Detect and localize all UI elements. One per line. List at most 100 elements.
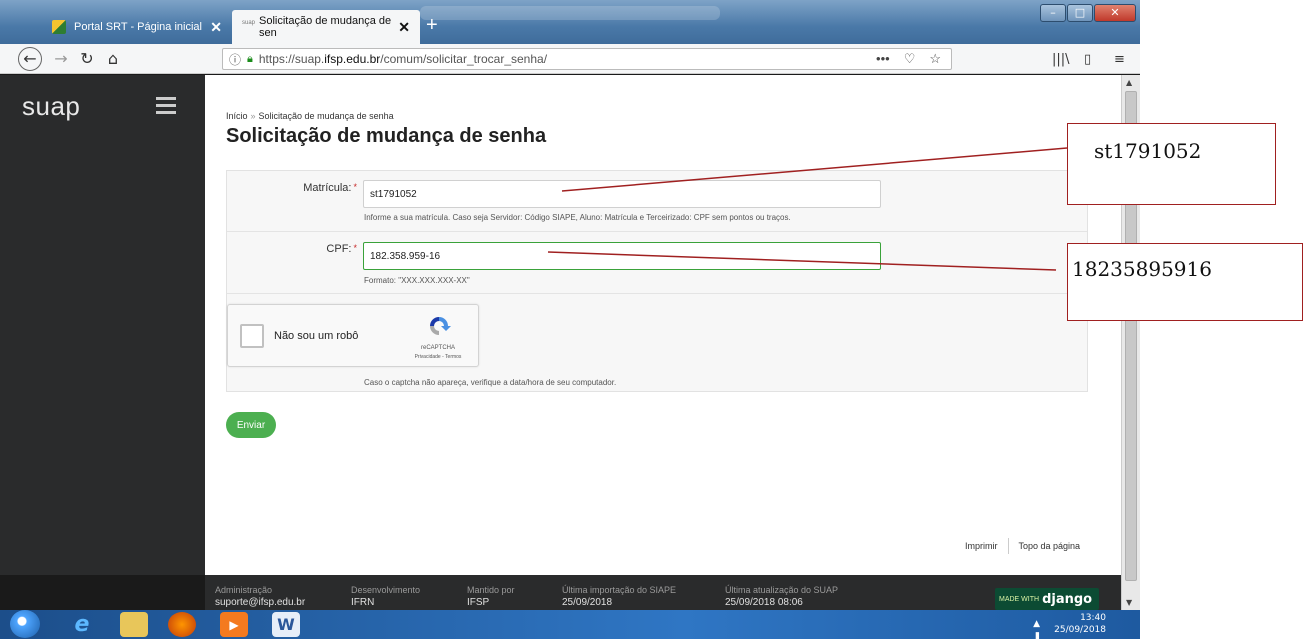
made-with-text: MADE WITH: [999, 595, 1040, 603]
close-window-icon[interactable]: ✕: [1094, 4, 1136, 22]
word-icon[interactable]: W: [272, 612, 300, 637]
recaptcha-logo-icon: [430, 317, 451, 335]
footer-title: Última importação do SIAPE: [562, 585, 677, 595]
library-icon[interactable]: |||\: [1052, 52, 1070, 67]
required-marker: *: [353, 243, 357, 253]
breadcrumb-separator: »: [250, 111, 256, 121]
recaptcha-links[interactable]: Privacidade - Termos: [400, 354, 476, 360]
footer-title: Desenvolvimento: [351, 585, 421, 595]
window-controls: – □ ✕: [1040, 4, 1136, 22]
matricula-label-text: Matrícula:: [303, 182, 352, 194]
main-content: Início» Solicitação de mudança de senha S…: [205, 75, 1121, 575]
footer-value: 25/09/2018 08:06: [725, 597, 803, 608]
matricula-help-text: Informe a sua matrícula. Caso seja Servi…: [364, 213, 791, 222]
footer-suap-update: Última atualização do SUAP 25/09/2018 08…: [725, 585, 838, 608]
file-explorer-icon[interactable]: [120, 612, 148, 637]
url-host: ifsp.edu.br: [324, 52, 381, 66]
tab-label: Solicitação de mudança de sen: [259, 15, 392, 39]
footer-maintained: Mantido por IFSP: [467, 585, 515, 608]
media-player-icon[interactable]: ▶: [220, 612, 248, 637]
new-tab-icon[interactable]: +: [426, 14, 438, 37]
footer-value[interactable]: suporte@ifsp.edu.br: [215, 597, 305, 608]
close-tab-icon[interactable]: ✕: [210, 19, 222, 36]
close-tab-icon[interactable]: ✕: [398, 19, 410, 36]
back-to-top-link[interactable]: Topo da página: [1019, 541, 1081, 551]
footer-value: IFRN: [351, 597, 375, 608]
password-change-form: Matrícula: * st1791052 Informe a sua matr…: [226, 170, 1088, 392]
cpf-help-text: Formato: "XXX.XXX.XXX-XX": [364, 276, 470, 285]
tab-label: Portal SRT - Página inicial: [74, 21, 202, 33]
recaptcha-brand: reCAPTCHA: [420, 345, 455, 351]
menu-icon[interactable]: ≡: [1114, 52, 1125, 67]
more-icon[interactable]: •••: [876, 51, 890, 67]
lock-icon: 🔒︎: [247, 52, 253, 65]
cpf-input[interactable]: 182.358.959-16: [363, 242, 881, 270]
srt-favicon-icon: [52, 20, 66, 34]
matricula-label: Matrícula: *: [303, 182, 357, 194]
url-prefix: https://suap.: [258, 52, 325, 66]
made-with-django-badge[interactable]: MADE WITH django: [995, 588, 1099, 610]
scroll-up-icon[interactable]: ▲: [1126, 78, 1132, 87]
cpf-row: CPF: * 182.358.959-16 Formato: "XXX.XXX.X…: [227, 232, 1087, 294]
django-text: django: [1042, 591, 1093, 607]
reload-icon[interactable]: ↻: [76, 48, 98, 70]
firefox-icon[interactable]: [168, 612, 196, 637]
print-link[interactable]: Imprimir: [965, 541, 998, 551]
submit-button[interactable]: Enviar: [226, 412, 276, 438]
system-tray: ▲ ▮ .ıl 13:40 25/09/2018: [1033, 612, 1106, 639]
page-links: Imprimir Topo da página: [965, 538, 1080, 554]
footer-value: IFSP: [467, 597, 490, 608]
pocket-icon[interactable]: ♡: [904, 51, 916, 67]
breadcrumb-home-link[interactable]: Início: [226, 111, 248, 121]
browser-window: Portal SRT - Página inicial ✕ suap Solic…: [0, 0, 1140, 639]
navigation-bar: ← → ↻ ⌂ ⓘ 🔒︎ https://suap. ifsp.edu.br/co…: [0, 44, 1140, 74]
recaptcha-checkbox[interactable]: [240, 324, 264, 348]
maximize-icon[interactable]: □: [1067, 4, 1093, 22]
url-path: /comum/solicitar_trocar_senha/: [380, 52, 548, 66]
back-icon[interactable]: ←: [18, 47, 42, 71]
forward-icon[interactable]: →: [50, 48, 72, 70]
windows-start-icon[interactable]: [10, 610, 40, 638]
sidebar-icon[interactable]: ▯: [1084, 52, 1091, 67]
matricula-input[interactable]: st1791052: [363, 180, 881, 208]
divider: [1007, 538, 1009, 554]
annotation-cpf-text: 18235895916: [1072, 257, 1212, 281]
footer-value: 25/09/2018: [562, 597, 613, 608]
annotation-cpf: 18235895916: [1067, 243, 1303, 321]
tray-icons[interactable]: ▲ ▮ .ıl: [1016, 618, 1048, 639]
hamburger-menu-icon[interactable]: [156, 97, 176, 118]
annotation-matricula-text: st1791052: [1094, 139, 1202, 163]
footer-dev: Desenvolvimento IFRN: [351, 585, 420, 608]
info-icon[interactable]: ⓘ: [229, 51, 241, 68]
home-icon[interactable]: ⌂: [102, 48, 124, 70]
title-bar-blur: [420, 6, 720, 20]
footer-title: Última atualização do SUAP: [725, 585, 839, 595]
matricula-row: Matrícula: * st1791052 Informe a sua matr…: [227, 171, 1087, 232]
recaptcha-widget: Não sou um robô reCAPTCHA Privacidade - …: [227, 304, 479, 367]
footer-admin: Administração suporte@ifsp.edu.br: [215, 585, 305, 608]
tab-solicitacao[interactable]: suap Solicitação de mudança de sen ✕: [232, 10, 420, 44]
page-title: Solicitação de mudança de senha: [226, 125, 547, 147]
required-marker: *: [353, 182, 357, 192]
cpf-label-text: CPF:: [326, 243, 352, 255]
clock-date: 25/09/2018: [1054, 625, 1106, 635]
breadcrumb: Início» Solicitação de mudança de senha: [226, 111, 394, 121]
cpf-label: CPF: *: [326, 243, 357, 255]
suap-favicon-icon: suap: [242, 20, 256, 26]
footer-title: Administração: [215, 585, 273, 595]
tab-portal-srt[interactable]: Portal SRT - Página inicial ✕: [42, 10, 232, 44]
scroll-down-icon[interactable]: ▼: [1126, 598, 1132, 607]
clock-time: 13:40: [1080, 613, 1106, 623]
screenshot: Portal SRT - Página inicial ✕ suap Solic…: [0, 0, 1310, 639]
annotation-matricula: st1791052: [1067, 123, 1276, 205]
minimize-icon[interactable]: –: [1040, 4, 1066, 22]
address-bar[interactable]: ⓘ 🔒︎ https://suap. ifsp.edu.br/comum/soli…: [222, 48, 952, 70]
footer-siape: Última importação do SIAPE 25/09/2018: [562, 585, 676, 608]
suap-logo[interactable]: suap: [22, 91, 80, 122]
sidebar: suap: [0, 75, 205, 575]
recaptcha-label: Não sou um robô: [274, 330, 359, 342]
windows-taskbar: e ▶ W ▲ ▮ .ıl 13:40 25/09/2018: [0, 610, 1140, 639]
bookmark-star-icon[interactable]: ☆: [929, 51, 941, 67]
internet-explorer-icon[interactable]: e: [68, 612, 96, 637]
footer-title: Mantido por: [467, 585, 515, 595]
